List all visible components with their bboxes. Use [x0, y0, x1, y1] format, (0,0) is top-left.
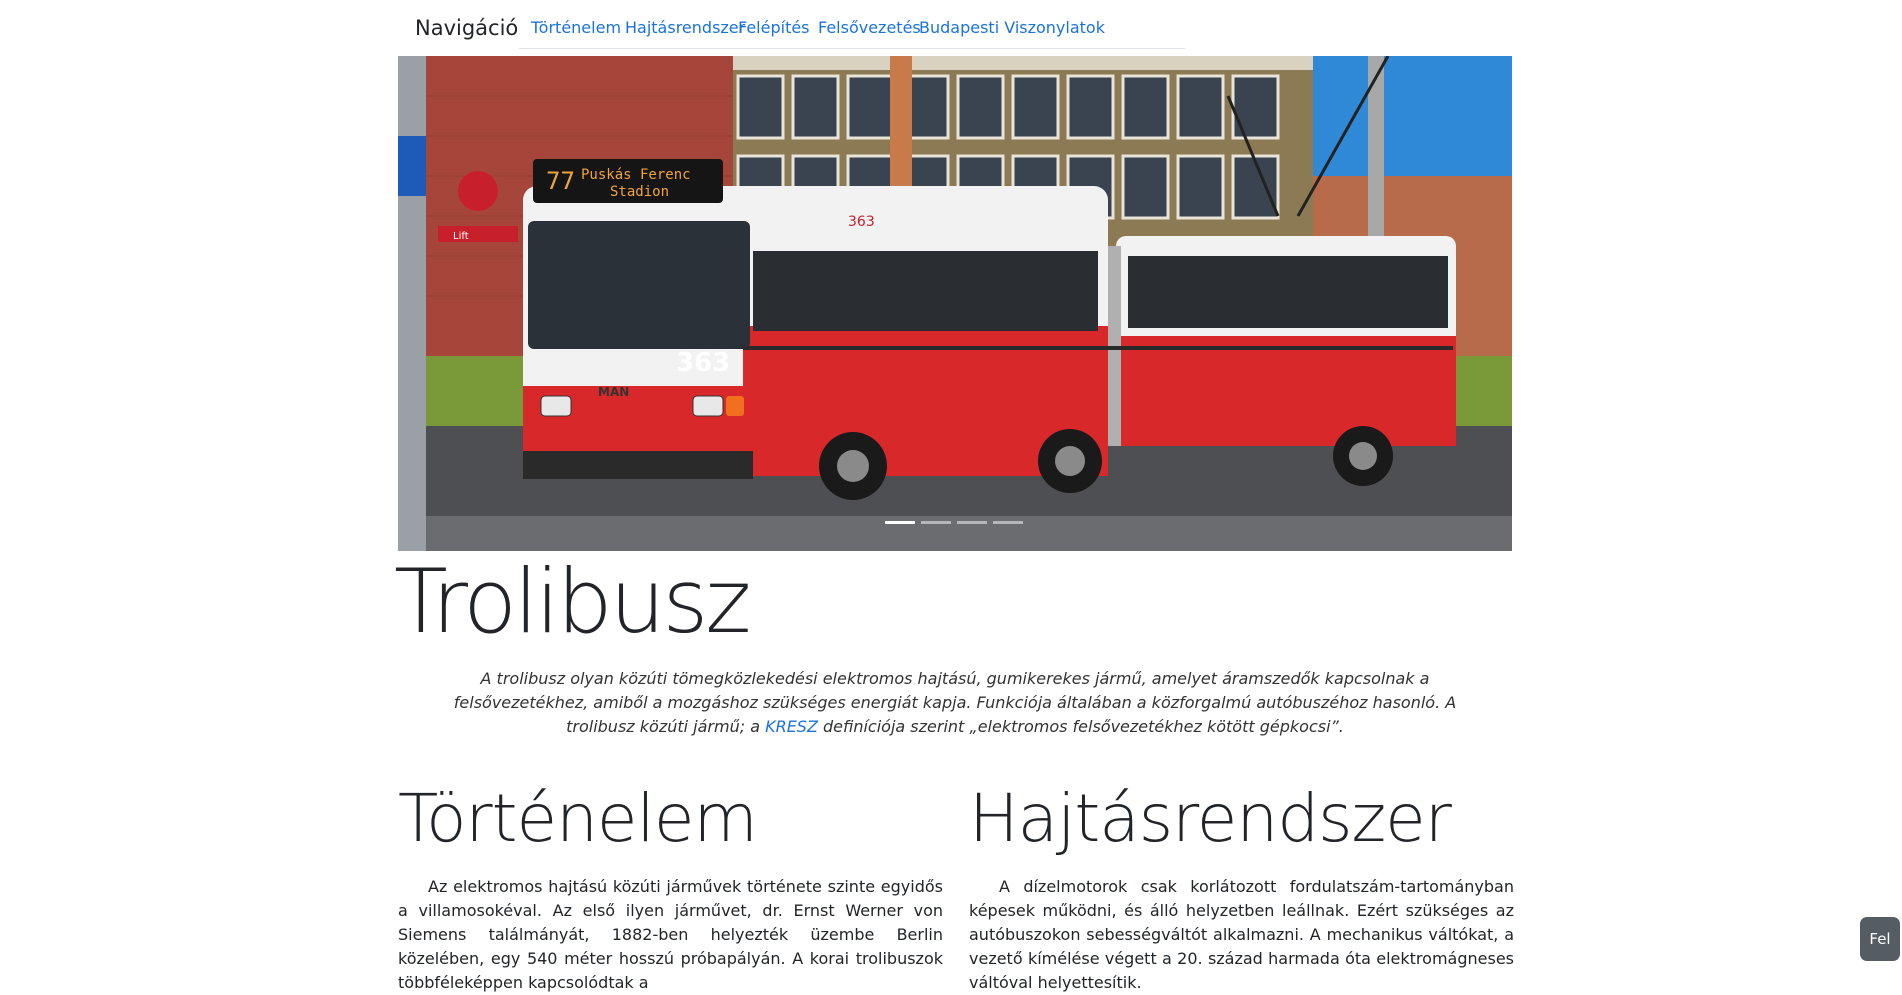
section-text-tortenelem: Az elektromos hajtású közúti járművek tö…	[398, 877, 943, 992]
carousel-indicators	[885, 521, 1025, 524]
section-heading-hajtasrendszer: Hajtásrendszer	[969, 780, 1452, 857]
section-text-hajtasrendszer: A dízelmotorok csak korlátozott fordulat…	[969, 877, 1514, 992]
fleet-number: 363	[676, 348, 730, 378]
stop-sign-label: Lift	[453, 231, 469, 242]
carousel-indicator-4[interactable]	[993, 521, 1023, 524]
back-to-top-button[interactable]: Fel	[1860, 917, 1900, 961]
fleet-number-side: 363	[848, 214, 875, 230]
section-heading-tortenelem: Történelem	[398, 780, 758, 857]
carousel-indicator-2[interactable]	[921, 521, 951, 524]
carousel-indicator-3[interactable]	[957, 521, 987, 524]
tab-tortenelem[interactable]: Történelem	[531, 18, 621, 37]
nav-tabs: Történelem Hajtásrendszer Felépítés Fels…	[519, 14, 1185, 49]
tab-felsovezetes[interactable]: Felsővezetés	[818, 18, 921, 37]
kresz-link[interactable]: KRESZ	[765, 717, 818, 736]
tab-hajtasrendszer[interactable]: Hajtásrendszer	[625, 18, 745, 37]
lead-paragraph: A trolibusz olyan közúti tömegközlekedés…	[431, 667, 1479, 739]
trolleybus-photo: Lift 77 Puskás Ferenc Stadion 363 363 MA…	[398, 56, 1512, 551]
tab-budapesti-viszonylatok[interactable]: Budapesti Viszonylatok	[919, 18, 1105, 37]
page-title: Trolibusz	[394, 550, 751, 653]
destination-line-2: Stadion	[610, 184, 669, 200]
carousel-indicator-1[interactable]	[885, 521, 915, 524]
hero-carousel[interactable]: Lift 77 Puskás Ferenc Stadion 363 363 MA…	[398, 56, 1512, 551]
tab-felepites[interactable]: Felépítés	[738, 18, 810, 37]
navbar-brand[interactable]: Navigáció	[415, 16, 518, 40]
route-number: 77	[546, 167, 575, 195]
maker-logo: MAN	[598, 385, 629, 399]
destination-line-1: Puskás Ferenc	[581, 167, 691, 183]
lead-text-after: definíciója szerint „elektromos felsővez…	[817, 717, 1344, 736]
navbar: Navigáció Történelem Hajtásrendszer Felé…	[398, 0, 1512, 56]
